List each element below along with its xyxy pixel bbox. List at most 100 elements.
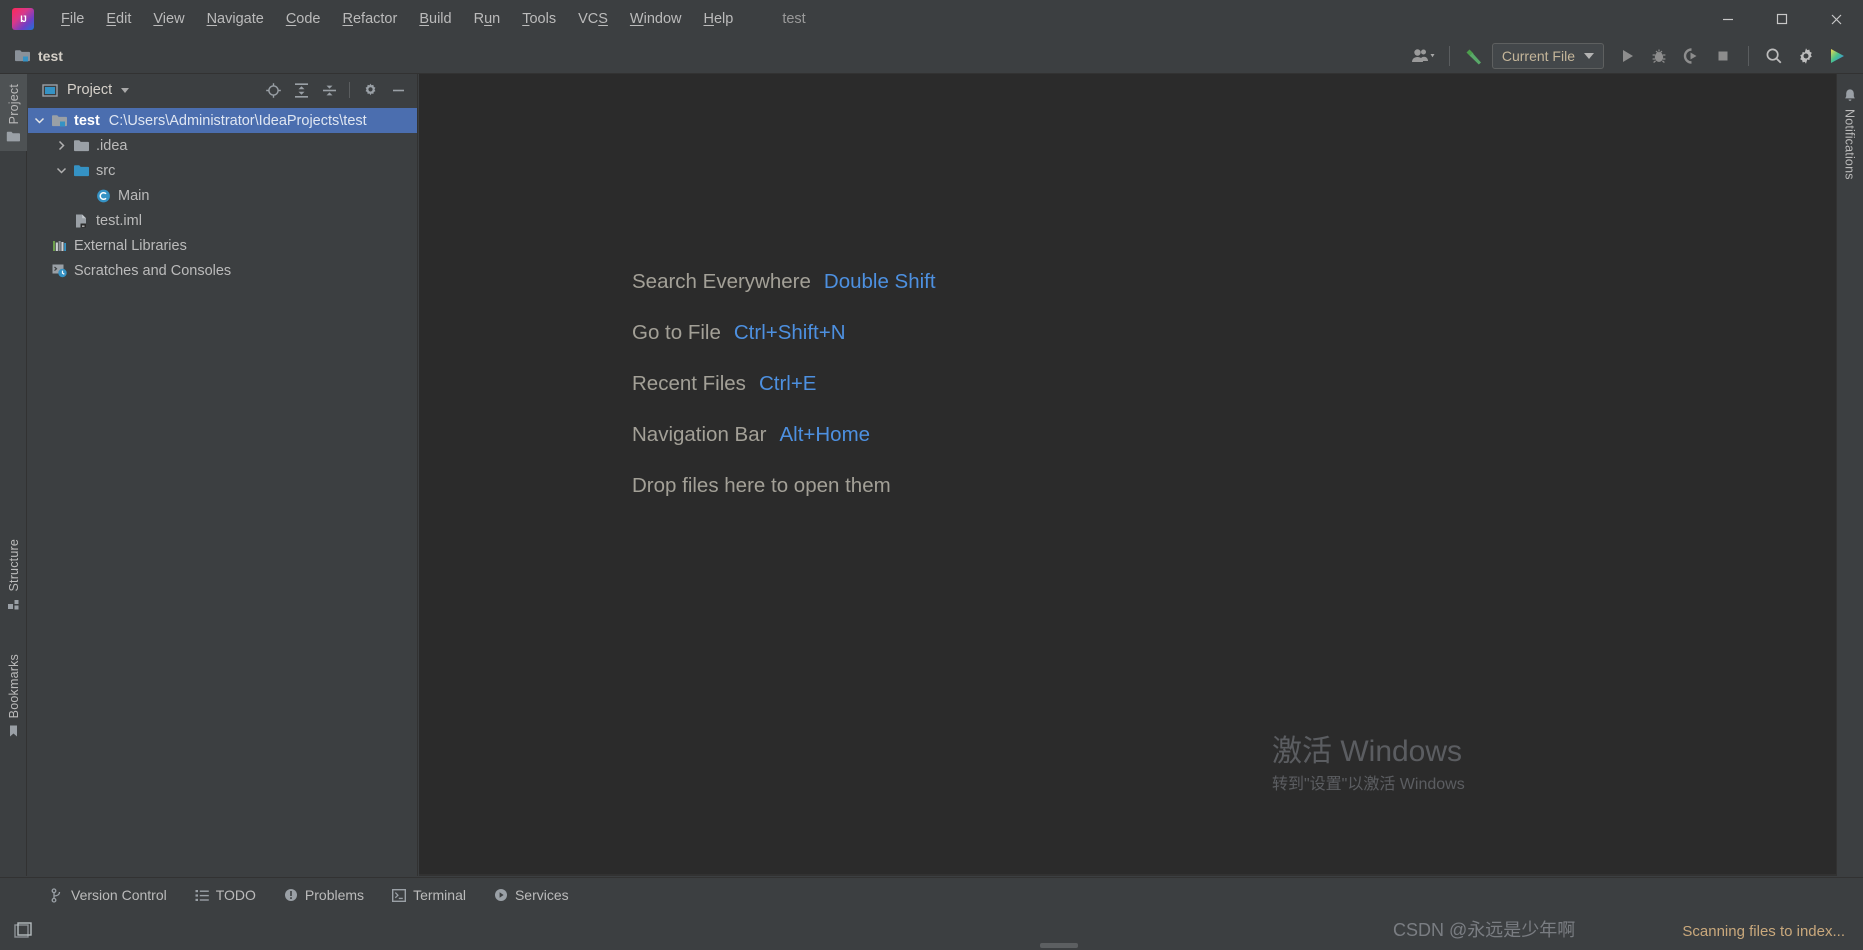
menu-navigate[interactable]: Navigate — [196, 7, 275, 31]
tool-window-layout-icon[interactable] — [10, 921, 36, 941]
menu-window[interactable]: Window — [619, 7, 693, 31]
menu-run[interactable]: Run — [463, 7, 512, 31]
maximize-button[interactable] — [1755, 0, 1809, 38]
bottom-tab-terminal[interactable]: Terminal — [380, 882, 478, 909]
welcome-row-recent-files: Recent Files Ctrl+E — [632, 372, 936, 396]
run-with-coverage-button[interactable] — [1676, 42, 1706, 70]
toolbar-separator — [1448, 45, 1450, 66]
welcome-label: Recent Files — [632, 372, 746, 395]
window-controls — [1701, 0, 1863, 38]
bookmark-icon — [7, 724, 20, 738]
select-opened-file-button[interactable] — [260, 78, 286, 102]
tree-node-main-label: Main — [118, 187, 150, 204]
minimize-button[interactable] — [1701, 0, 1755, 38]
run-button[interactable] — [1612, 42, 1642, 70]
gear-icon[interactable] — [1791, 42, 1821, 70]
todo-list-icon — [195, 889, 209, 902]
ide-updates-icon[interactable] — [1823, 42, 1853, 70]
sidebar-item-notifications[interactable]: Notifications — [1836, 88, 1863, 180]
iml-file-icon — [72, 213, 90, 229]
project-panel-toolbar — [260, 78, 411, 102]
welcome-shortcut: Double Shift — [823, 270, 936, 293]
bottom-tab-version-control-label: Version Control — [71, 887, 167, 903]
navbar-module-label: test — [38, 47, 63, 64]
bottom-tab-todo-label: TODO — [215, 887, 256, 903]
toolbar-separator-2 — [1748, 45, 1749, 66]
tree-node-test-iml[interactable]: test.iml — [28, 208, 417, 233]
welcome-row-search-everywhere: Search Everywhere Double Shift — [632, 270, 936, 294]
welcome-shortcut: Alt+Home — [779, 423, 871, 446]
project-view-selector[interactable]: Project — [42, 82, 130, 98]
sidebar-item-project-label: Project — [6, 84, 21, 125]
bottom-tab-problems[interactable]: Problems — [272, 882, 376, 909]
menu-vcs[interactable]: VCS — [567, 7, 619, 31]
welcome-label: Drop files here to open them — [632, 474, 891, 497]
menu-view[interactable]: View — [142, 7, 195, 31]
navigation-bar[interactable]: test — [14, 48, 63, 64]
stop-button[interactable] — [1708, 42, 1738, 70]
welcome-row-drop-files: Drop files here to open them — [632, 474, 936, 498]
tree-node-main[interactable]: Main — [28, 183, 417, 208]
problems-icon — [284, 888, 298, 902]
module-folder-icon — [50, 113, 68, 128]
scratches-consoles-icon — [50, 263, 68, 278]
debug-button[interactable] — [1644, 42, 1674, 70]
welcome-shortcut: Ctrl+Shift+N — [733, 321, 846, 344]
editor-area[interactable]: Search Everywhere Double Shift Go to Fil… — [419, 74, 1836, 876]
menu-bar: File Edit View Navigate Code Refactor Bu… — [50, 7, 744, 31]
chevron-expanded-icon[interactable] — [28, 115, 50, 126]
tree-node-test[interactable]: test C:\Users\Administrator\IdeaProjects… — [28, 108, 417, 133]
bottom-tab-todo[interactable]: TODO — [183, 882, 268, 909]
chevron-collapsed-icon[interactable] — [50, 140, 72, 151]
tree-node-src[interactable]: src — [28, 158, 417, 183]
expand-all-button[interactable] — [288, 78, 314, 102]
menu-file[interactable]: File — [50, 7, 95, 31]
menu-code[interactable]: Code — [275, 7, 332, 31]
tree-node-external-libraries[interactable]: External Libraries — [28, 233, 417, 258]
project-options-gear-icon[interactable] — [357, 78, 383, 102]
tree-node-scratches-and-consoles[interactable]: Scratches and Consoles — [28, 258, 417, 283]
sidebar-item-bookmarks[interactable]: Bookmarks — [0, 644, 27, 746]
close-button[interactable] — [1809, 0, 1863, 38]
project-tree[interactable]: test C:\Users\Administrator\IdeaProjects… — [28, 106, 417, 876]
external-libraries-icon — [50, 239, 68, 253]
project-toolbar-separator — [349, 82, 350, 98]
run-configuration-selector[interactable]: Current File — [1491, 42, 1604, 69]
structure-icon — [7, 598, 21, 611]
welcome-row-navigation-bar: Navigation Bar Alt+Home — [632, 423, 936, 447]
account-icon[interactable] — [1409, 42, 1439, 70]
collapse-all-button[interactable] — [316, 78, 342, 102]
services-icon — [494, 888, 508, 902]
source-root-folder-icon — [72, 163, 90, 178]
chevron-expanded-icon[interactable] — [50, 165, 72, 176]
menu-edit[interactable]: Edit — [95, 7, 142, 31]
status-message: Scanning files to index... — [1682, 922, 1845, 940]
project-panel-title: Project — [67, 82, 113, 98]
tree-node-idea[interactable]: .idea — [28, 133, 417, 158]
java-class-icon — [94, 188, 112, 204]
bottom-tab-services[interactable]: Services — [482, 882, 581, 909]
bottom-tab-version-control[interactable]: Version Control — [38, 882, 179, 909]
search-icon[interactable] — [1759, 42, 1789, 70]
status-bar: Scanning files to index... — [0, 912, 1863, 950]
bottom-tab-problems-label: Problems — [304, 887, 365, 903]
build-hammer-icon[interactable] — [1460, 42, 1490, 70]
menu-build[interactable]: Build — [408, 7, 462, 31]
hide-panel-button[interactable] — [385, 78, 411, 102]
menu-tools[interactable]: Tools — [511, 7, 567, 31]
left-tool-stripe: Project Structure Bookmarks — [0, 74, 27, 876]
horizontal-scroll-indicator[interactable] — [1040, 943, 1078, 948]
menu-refactor[interactable]: Refactor — [332, 7, 409, 31]
sidebar-item-structure[interactable]: Structure — [0, 529, 27, 619]
tree-node-external-libraries-label: External Libraries — [74, 237, 187, 254]
run-configuration-label: Current File — [1501, 47, 1575, 64]
bottom-tab-terminal-label: Terminal — [413, 887, 466, 903]
menu-help[interactable]: Help — [692, 7, 744, 31]
module-folder-icon — [14, 48, 31, 63]
sidebar-item-project[interactable]: Project — [0, 74, 27, 152]
intellij-logo-icon — [12, 8, 34, 30]
intellij-idea-window: File Edit View Navigate Code Refactor Bu… — [0, 0, 1863, 950]
sidebar-item-notifications-label: Notifications — [1842, 109, 1857, 180]
welcome-shortcut: Ctrl+E — [758, 372, 817, 395]
editor-bottom-splitter[interactable] — [419, 874, 1836, 876]
